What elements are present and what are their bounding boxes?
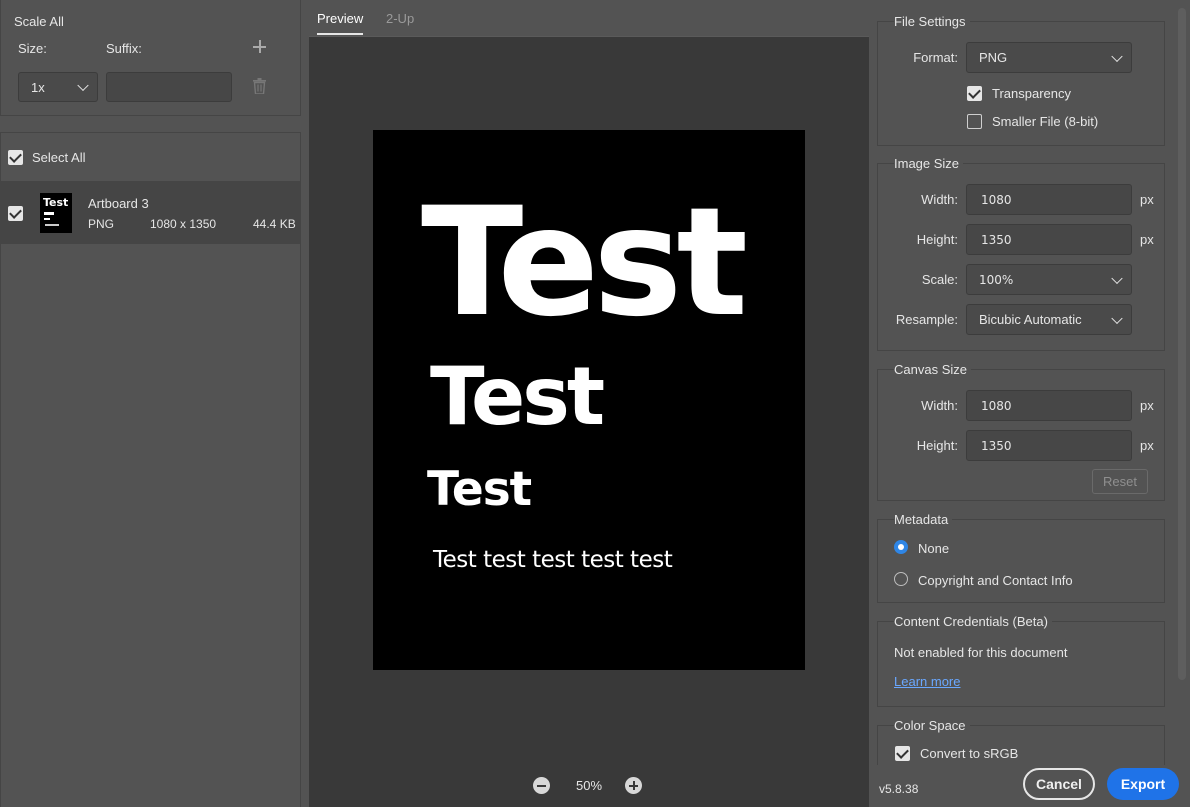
export-button[interactable]: Export (1107, 768, 1179, 800)
add-scale-icon[interactable] (253, 40, 266, 53)
canvas-width-unit: px (1140, 398, 1154, 413)
chevron-down-icon (1111, 50, 1123, 62)
chevron-down-icon (77, 79, 89, 92)
tab-2-up[interactable]: 2-Up (386, 11, 414, 26)
zoom-in-icon[interactable] (625, 777, 642, 794)
thumbnail-text: Test (43, 196, 69, 209)
size-label: Size: (18, 41, 47, 56)
version-label: v5.8.38 (879, 782, 919, 796)
image-width-input[interactable]: 1080 (966, 184, 1132, 215)
metadata-title: Metadata (894, 512, 953, 527)
smaller-file-label: Smaller File (8-bit) (992, 114, 1099, 129)
resample-dropdown[interactable]: Bicubic Automatic (966, 304, 1132, 335)
suffix-input[interactable] (106, 72, 232, 102)
chevron-down-icon (1111, 312, 1123, 324)
metadata-none-label: None (918, 541, 950, 556)
canvas-width-input[interactable]: 1080 (966, 390, 1132, 421)
canvas-text-large: Test (421, 176, 748, 350)
resample-label: Resample: (895, 312, 958, 327)
zoom-level: 50% (576, 778, 603, 793)
size-dropdown[interactable]: 1x (18, 72, 98, 102)
image-width-unit: px (1140, 192, 1154, 207)
select-all-checkbox[interactable] (8, 150, 23, 165)
convert-srgb-label: Convert to sRGB (920, 746, 1019, 761)
scale-label: Scale: (921, 272, 958, 287)
color-space-title: Color Space (894, 718, 970, 733)
trash-icon[interactable] (253, 78, 266, 94)
convert-srgb-checkbox[interactable] (895, 746, 910, 761)
asset-filesize: 44.4 KB (253, 217, 296, 231)
resample-value: Bicubic Automatic (979, 312, 1082, 327)
metadata-copyright-label: Copyright and Contact Info (918, 573, 1073, 588)
content-credentials-status: Not enabled for this document (894, 645, 1068, 660)
canvas-text-body: Test test test test test (433, 547, 673, 573)
chevron-down-icon (1111, 272, 1123, 284)
asset-checkbox[interactable] (8, 206, 23, 221)
format-dropdown[interactable]: PNG (966, 42, 1132, 73)
smaller-file-checkbox[interactable] (967, 114, 982, 129)
thumbnail-line (44, 218, 50, 220)
transparency-label: Transparency (992, 86, 1071, 101)
image-height-input[interactable]: 1350 (966, 224, 1132, 255)
asset-thumbnail: Test (40, 193, 72, 233)
format-label: Format: (913, 50, 958, 65)
metadata-copyright-radio[interactable] (894, 572, 908, 586)
canvas-text-medium: Test (430, 350, 605, 443)
zoom-out-icon[interactable] (533, 777, 550, 794)
preview-canvas: Test Test Test Test test test test test (373, 130, 805, 670)
canvas-height-label: Height: (916, 438, 958, 453)
image-height-label: Height: (916, 232, 958, 247)
suffix-label: Suffix: (106, 41, 142, 56)
reset-button[interactable]: Reset (1092, 469, 1148, 494)
thumbnail-line (45, 224, 59, 226)
metadata-none-radio[interactable] (894, 540, 908, 554)
select-all-label: Select All (32, 150, 86, 165)
cancel-button[interactable]: Cancel (1023, 768, 1095, 800)
scale-dropdown[interactable]: 100% (966, 264, 1132, 295)
content-credentials-title: Content Credentials (Beta) (894, 614, 1052, 629)
canvas-text-small: Test (427, 462, 532, 517)
image-size-title: Image Size (894, 156, 964, 171)
format-value: PNG (979, 50, 1008, 65)
scale-value: 100% (979, 272, 1014, 287)
content-credentials-group (877, 621, 1165, 707)
tab-active-indicator (317, 33, 363, 35)
learn-more-link[interactable]: Learn more (894, 674, 960, 689)
canvas-width-label: Width: (921, 398, 958, 413)
asset-format: PNG (88, 217, 115, 231)
canvas-height-input[interactable]: 1350 (966, 430, 1132, 461)
image-width-label: Width: (921, 192, 958, 207)
transparency-checkbox[interactable] (967, 86, 982, 101)
asset-name: Artboard 3 (88, 196, 149, 211)
asset-dimensions: 1080 x 1350 (150, 217, 217, 231)
tab-preview[interactable]: Preview (317, 11, 363, 26)
canvas-size-title: Canvas Size (894, 362, 971, 377)
size-dropdown-value: 1x (31, 79, 45, 95)
image-height-unit: px (1140, 232, 1154, 247)
file-settings-title: File Settings (894, 14, 970, 29)
scale-all-title: Scale All (14, 14, 68, 29)
metadata-group (877, 519, 1165, 603)
canvas-height-unit: px (1140, 438, 1154, 453)
thumbnail-line (44, 212, 54, 215)
scrollbar-thumb[interactable] (1178, 8, 1186, 680)
